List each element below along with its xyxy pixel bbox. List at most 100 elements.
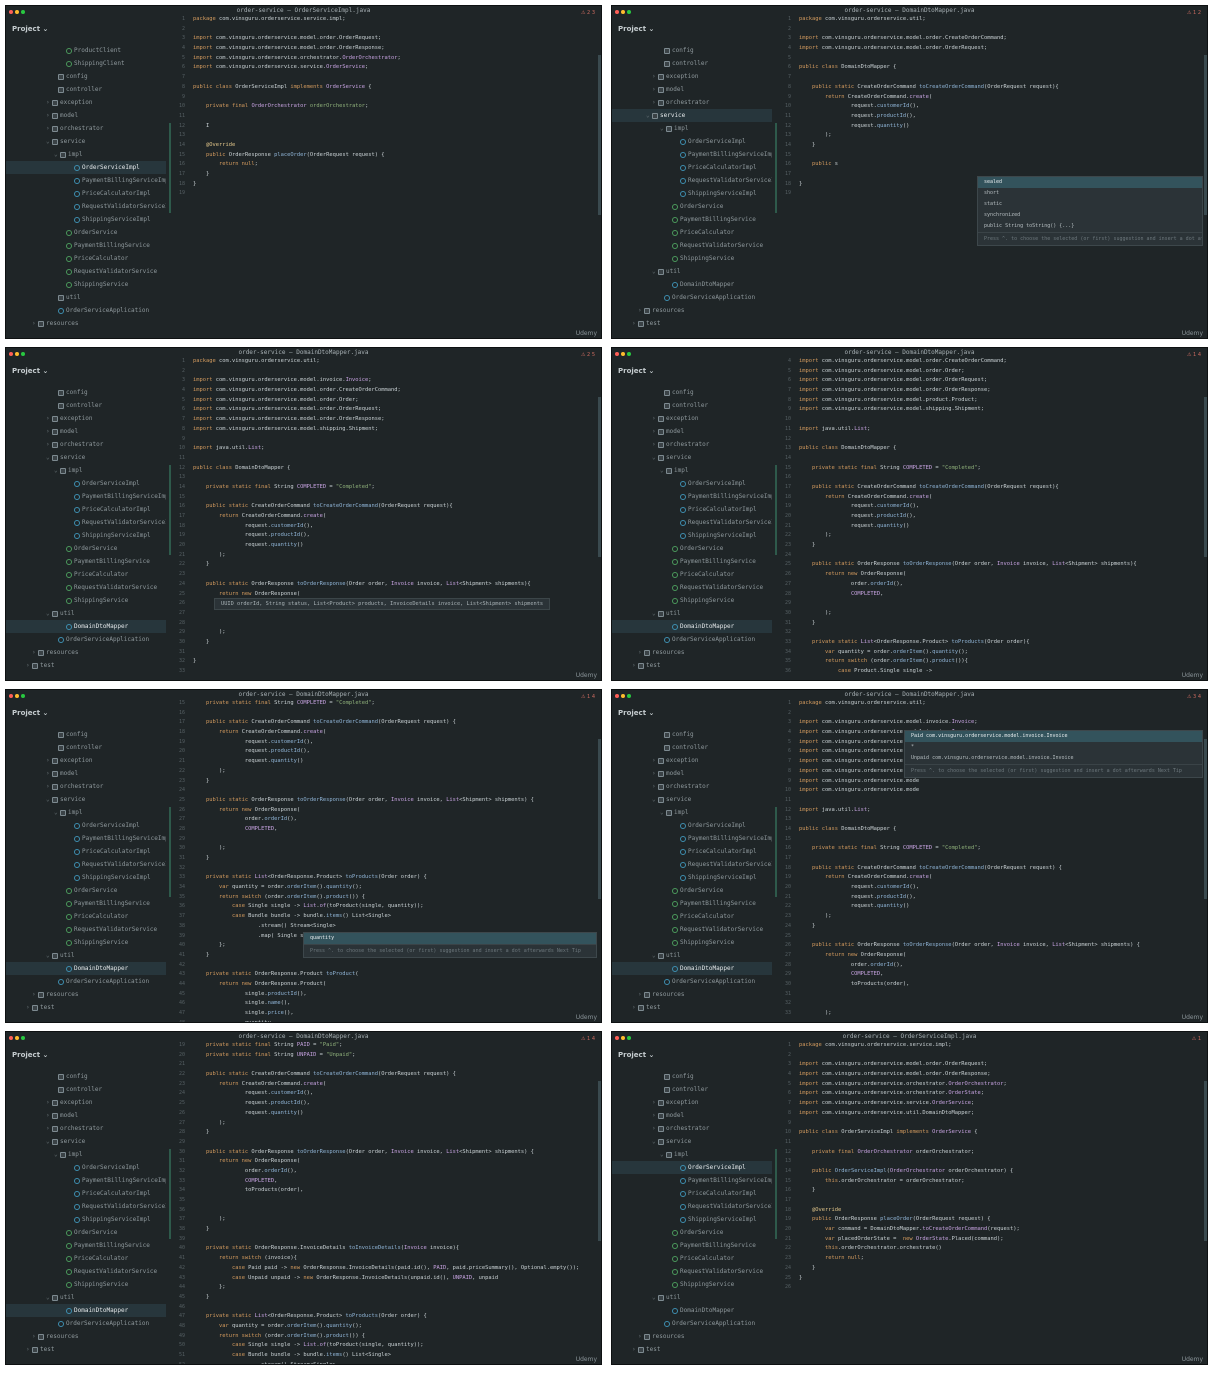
code-line[interactable]: return CreateOrderCommand.create( bbox=[193, 1080, 597, 1090]
code-line[interactable]: private static OrderResponse.InvoiceDeta… bbox=[193, 1244, 597, 1254]
code-line[interactable]: @Override bbox=[193, 141, 597, 151]
code-line[interactable] bbox=[193, 454, 597, 464]
code-line[interactable]: return CreateOrderCommand.create( bbox=[193, 512, 597, 522]
code-line[interactable]: import com.vinsguru.orderservice.model.o… bbox=[193, 386, 597, 396]
tree-node[interactable]: › test bbox=[6, 659, 166, 672]
tree-node[interactable]: › orchestrator bbox=[612, 438, 772, 451]
code-line[interactable]: import com.vinsguru.orderservice.model.s… bbox=[193, 425, 597, 435]
tree-node[interactable]: RequestValidatorService bbox=[612, 923, 772, 936]
tree-node[interactable]: util bbox=[6, 291, 166, 304]
completion-popup[interactable]: Paid com.vinsguru.orderservice.model.inv… bbox=[904, 730, 1203, 778]
tree-node[interactable]: RequestValidatorServiceImpl bbox=[6, 858, 166, 871]
tree-node[interactable]: PriceCalculatorImpl bbox=[6, 1187, 166, 1200]
inspection-status-badge[interactable]: ⚠ 2 3 bbox=[581, 10, 595, 16]
code-line[interactable]: case Paid paid -> new OrderResponse.Invo… bbox=[193, 1264, 597, 1274]
zoom-window-icon[interactable] bbox=[21, 1036, 25, 1040]
code-line[interactable]: public OrderResponse placeOrder(OrderReq… bbox=[799, 1215, 1203, 1225]
code-text[interactable]: private static final String COMPLETED = … bbox=[193, 699, 597, 1022]
editor-scrollbar[interactable] bbox=[1204, 55, 1207, 215]
code-line[interactable]: package com.vinsguru.orderservice.servic… bbox=[799, 1041, 1203, 1051]
completion-item[interactable]: sealed bbox=[978, 177, 1202, 188]
tree-node[interactable]: PaymentBillingServiceImpl bbox=[6, 832, 166, 845]
tree-node[interactable]: › resources bbox=[612, 1330, 772, 1343]
tree-node[interactable]: PaymentBillingService bbox=[612, 1239, 772, 1252]
code-line[interactable]: import java.util.List; bbox=[799, 425, 1203, 435]
code-line[interactable]: request.productId(), bbox=[193, 747, 597, 757]
code-line[interactable]: private static List<OrderResponse.Produc… bbox=[799, 638, 1203, 648]
editor-scrollbar[interactable] bbox=[598, 1081, 601, 1241]
code-line[interactable]: package com.vinsguru.orderservice.util; bbox=[193, 357, 597, 367]
tree-node[interactable]: › resources bbox=[6, 646, 166, 659]
tree-node[interactable]: PriceCalculator bbox=[612, 910, 772, 923]
code-line[interactable] bbox=[193, 189, 597, 199]
code-line[interactable]: ); bbox=[193, 1119, 597, 1129]
code-line[interactable]: } bbox=[799, 922, 1203, 932]
code-line[interactable]: import com.vinsguru.orderservice.model.o… bbox=[799, 386, 1203, 396]
code-line[interactable] bbox=[193, 435, 597, 445]
tree-node[interactable]: OrderService bbox=[6, 884, 166, 897]
code-line[interactable] bbox=[193, 93, 597, 103]
project-view-selector[interactable]: Project ⌄ bbox=[12, 709, 48, 717]
tree-node[interactable]: PriceCalculatorImpl bbox=[612, 161, 772, 174]
tree-node[interactable]: PriceCalculatorImpl bbox=[6, 845, 166, 858]
tree-node[interactable]: ShippingServiceImpl bbox=[6, 529, 166, 542]
tree-node[interactable]: OrderServiceImpl bbox=[612, 477, 772, 490]
editor-scrollbar[interactable] bbox=[1204, 397, 1207, 557]
tree-node[interactable]: › test bbox=[612, 317, 772, 330]
code-line[interactable]: request.productId(), bbox=[799, 112, 1203, 122]
code-line[interactable]: request.quantity() bbox=[193, 541, 597, 551]
code-line[interactable] bbox=[799, 835, 1203, 845]
code-line[interactable]: package com.vinsguru.orderservice.servic… bbox=[193, 15, 597, 25]
tree-node[interactable]: › exception bbox=[6, 754, 166, 767]
tree-node[interactable]: PaymentBillingServiceImpl bbox=[612, 1174, 772, 1187]
tree-node[interactable]: › exception bbox=[612, 754, 772, 767]
tree-node[interactable]: DomainDtoMapper bbox=[612, 620, 772, 633]
code-line[interactable]: public static OrderResponse toOrderRespo… bbox=[799, 941, 1203, 951]
tree-node[interactable]: OrderService bbox=[612, 200, 772, 213]
tree-node[interactable]: ShippingService bbox=[612, 936, 772, 949]
tree-node[interactable]: ShippingService bbox=[6, 594, 166, 607]
inspection-status-badge[interactable]: ⚠ 1 4 bbox=[1187, 352, 1201, 358]
tree-node[interactable]: OrderService bbox=[6, 1226, 166, 1239]
tree-node[interactable]: OrderServiceImpl bbox=[612, 819, 772, 832]
code-line[interactable]: return CreateOrderCommand.create( bbox=[799, 873, 1203, 883]
completion-item[interactable]: quantity bbox=[304, 933, 596, 944]
code-line[interactable] bbox=[799, 151, 1203, 161]
code-line[interactable] bbox=[799, 815, 1203, 825]
code-line[interactable] bbox=[193, 1235, 597, 1245]
tree-node[interactable]: ShippingService bbox=[612, 594, 772, 607]
code-line[interactable]: order.orderId(), bbox=[799, 580, 1203, 590]
tree-node[interactable]: RequestValidatorService bbox=[612, 1265, 772, 1278]
code-line[interactable]: public static CreateOrderCommand toCreat… bbox=[193, 502, 597, 512]
code-line[interactable]: import com.vinsguru.orderservice.model.i… bbox=[193, 376, 597, 386]
tree-node[interactable]: OrderService bbox=[612, 884, 772, 897]
code-line[interactable] bbox=[193, 570, 597, 580]
completion-item[interactable]: short bbox=[978, 188, 1202, 199]
tree-node[interactable]: › test bbox=[6, 1001, 166, 1014]
code-line[interactable]: request.customerId(), bbox=[799, 102, 1203, 112]
tree-node[interactable]: PriceCalculator bbox=[6, 252, 166, 265]
completion-item[interactable]: public String toString() {...} bbox=[978, 221, 1202, 232]
tree-node[interactable]: OrderServiceApplication bbox=[6, 633, 166, 646]
tree-node[interactable]: › model bbox=[612, 767, 772, 780]
tree-node[interactable]: › orchestrator bbox=[6, 122, 166, 135]
zoom-window-icon[interactable] bbox=[627, 352, 631, 356]
tree-node[interactable]: › model bbox=[612, 425, 772, 438]
code-line[interactable]: request.quantity() bbox=[193, 757, 597, 767]
code-line[interactable] bbox=[193, 1303, 597, 1313]
tree-node[interactable]: ⌄ impl bbox=[612, 1148, 772, 1161]
tree-node[interactable]: ⌄ util bbox=[6, 607, 166, 620]
code-line[interactable] bbox=[193, 473, 597, 483]
code-line[interactable]: private static final String COMPLETED = … bbox=[193, 699, 597, 709]
code-line[interactable] bbox=[799, 999, 1203, 1009]
code-line[interactable] bbox=[193, 131, 597, 141]
tree-node[interactable]: PriceCalculator bbox=[6, 910, 166, 923]
tree-node[interactable]: › model bbox=[6, 767, 166, 780]
tree-node[interactable]: ShippingServiceImpl bbox=[612, 871, 772, 884]
tree-node[interactable]: ⌄ service bbox=[612, 1135, 772, 1148]
tree-node[interactable]: › resources bbox=[612, 646, 772, 659]
code-line[interactable] bbox=[799, 599, 1203, 609]
code-line[interactable]: import com.vinsguru.orderservice.model.o… bbox=[799, 1060, 1203, 1070]
tree-node[interactable]: PaymentBillingService bbox=[6, 555, 166, 568]
minimize-window-icon[interactable] bbox=[621, 352, 625, 356]
